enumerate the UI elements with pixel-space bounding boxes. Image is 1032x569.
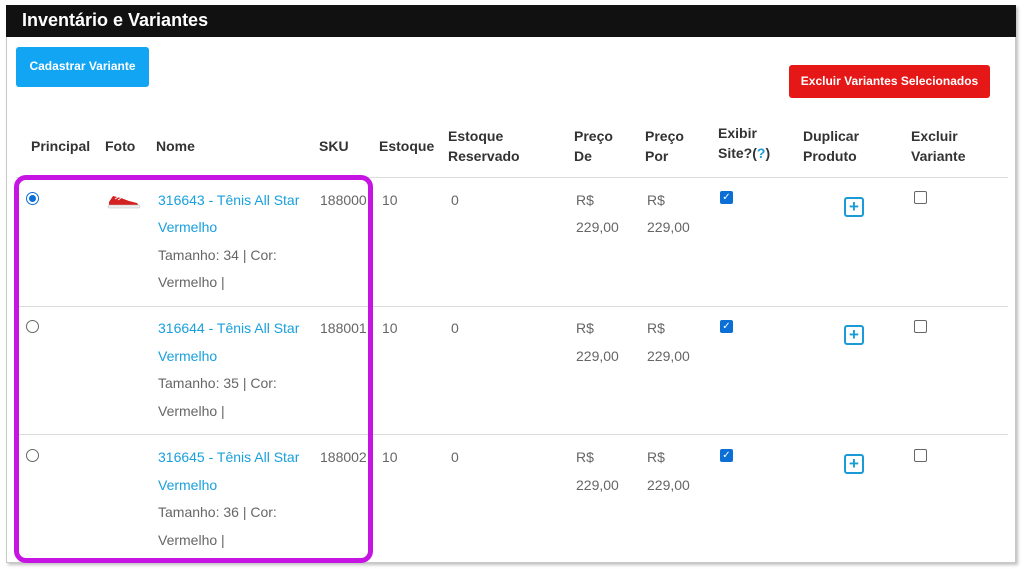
preco-por-currency: R$ xyxy=(647,449,665,465)
variant-name-link[interactable]: 316644 - Tênis All Star xyxy=(158,314,299,342)
estoque-value: 10 xyxy=(382,320,398,336)
header-exibir-line2: Site?(?) xyxy=(718,143,770,163)
exibir-site-checkbox[interactable]: ✓ xyxy=(720,320,733,333)
header-foto: Foto xyxy=(105,138,136,154)
header-excluir-variante: Excluir Variante xyxy=(911,126,965,166)
header-preco-de: Preço De xyxy=(574,126,613,166)
preco-de-currency: R$ xyxy=(576,320,594,336)
header-excluir-line1: Excluir xyxy=(911,128,958,144)
header-exibir-close: ) xyxy=(765,145,771,161)
exibir-site-checkbox[interactable]: ✓ xyxy=(720,449,733,462)
estoque-reservado-value: 0 xyxy=(451,449,459,465)
variant-details: Tamanho: 34 | Cor: xyxy=(158,247,277,263)
duplicar-plus-icon[interactable]: + xyxy=(844,454,864,474)
row-divider xyxy=(16,306,1008,307)
preco-de-currency: R$ xyxy=(576,192,594,208)
variant-details: Vermelho | xyxy=(158,403,225,419)
sku-value: 188002 xyxy=(320,449,367,465)
header-preco-de-line1: Preço xyxy=(574,128,613,144)
preco-por-value: 229,00 xyxy=(647,477,690,493)
header-principal: Principal xyxy=(31,138,91,154)
product-photo xyxy=(107,192,141,210)
header-preco-por-line1: Preço xyxy=(645,128,684,144)
variant-details: Vermelho | xyxy=(158,532,225,548)
cadastrar-variante-button[interactable]: Cadastrar Variante xyxy=(16,47,149,87)
variant-name-link[interactable]: Vermelho xyxy=(158,342,217,370)
preco-de-value: 229,00 xyxy=(576,348,619,364)
preco-de-value: 229,00 xyxy=(576,477,619,493)
header-estoque-reservado-line1: Estoque xyxy=(448,128,504,144)
duplicar-plus-icon[interactable]: + xyxy=(844,197,864,217)
variant-details: Vermelho | xyxy=(158,274,225,290)
header-nome: Nome xyxy=(156,138,195,154)
row-divider xyxy=(16,434,1008,435)
header-exibir-site: Exibir Site?(?) xyxy=(718,123,770,163)
header-exibir-line1: Exibir xyxy=(718,125,757,141)
excluir-variante-checkbox[interactable] xyxy=(914,320,927,333)
header-preco-por-line2: Por xyxy=(645,148,669,164)
sku-value: 188001 xyxy=(320,320,367,336)
variant-name-link[interactable]: 316645 - Tênis All Star xyxy=(158,443,299,471)
header-duplicar-line1: Duplicar xyxy=(803,128,860,144)
header-exibir-label: Site?( xyxy=(718,145,757,161)
duplicar-plus-icon[interactable]: + xyxy=(844,325,864,345)
variant-details: Tamanho: 35 | Cor: xyxy=(158,375,277,391)
preco-por-value: 229,00 xyxy=(647,219,690,235)
header-excluir-line2: Variante xyxy=(911,148,966,164)
estoque-reservado-value: 0 xyxy=(451,192,459,208)
header-estoque-reservado: Estoque Reservado xyxy=(448,126,520,166)
header-preco-de-line2: De xyxy=(574,148,592,164)
panel-title: Inventário e Variantes xyxy=(6,5,1016,37)
header-duplicar-produto: Duplicar Produto xyxy=(803,126,859,166)
header-estoque-reservado-line2: Reservado xyxy=(448,148,520,164)
header-preco-por: Preço Por xyxy=(645,126,684,166)
principal-radio[interactable] xyxy=(26,320,39,333)
preco-de-currency: R$ xyxy=(576,449,594,465)
preco-de-value: 229,00 xyxy=(576,219,619,235)
excluir-variantes-button[interactable]: Excluir Variantes Selecionados xyxy=(789,65,990,98)
exibir-site-checkbox[interactable]: ✓ xyxy=(720,191,733,204)
excluir-variante-checkbox[interactable] xyxy=(914,449,927,462)
sneaker-icon xyxy=(107,196,141,209)
preco-por-value: 229,00 xyxy=(647,348,690,364)
header-duplicar-line2: Produto xyxy=(803,148,857,164)
header-divider xyxy=(16,177,1008,178)
variant-name-link[interactable]: 316643 - Tênis All Star xyxy=(158,186,299,214)
preco-por-currency: R$ xyxy=(647,192,665,208)
estoque-reservado-value: 0 xyxy=(451,320,459,336)
excluir-variante-checkbox[interactable] xyxy=(914,191,927,204)
variant-details: Tamanho: 36 | Cor: xyxy=(158,504,277,520)
header-sku: SKU xyxy=(319,138,349,154)
variant-name-link[interactable]: Vermelho xyxy=(158,471,217,499)
variant-name-link[interactable]: Vermelho xyxy=(158,213,217,241)
sku-value: 188000 xyxy=(320,192,367,208)
estoque-value: 10 xyxy=(382,192,398,208)
estoque-value: 10 xyxy=(382,449,398,465)
preco-por-currency: R$ xyxy=(647,320,665,336)
principal-radio[interactable] xyxy=(26,449,39,462)
principal-radio[interactable] xyxy=(26,192,39,205)
header-estoque: Estoque xyxy=(379,138,435,154)
